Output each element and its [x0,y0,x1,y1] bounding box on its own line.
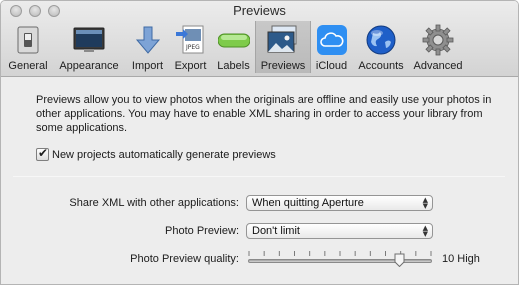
share-xml-popup[interactable]: When quitting Aperture ▲ ▼ [246,195,433,211]
gear-icon [422,24,454,56]
photo-preview-label: Photo Preview: [165,225,239,237]
tab-accounts-label: Accounts [358,60,404,72]
tab-labels[interactable]: Labels [212,21,255,73]
preferences-window: Previews General Appearance Import JPEG … [0,0,519,285]
previews-description: Previews allow you to view photos when t… [36,94,492,134]
svg-text:JPEG: JPEG [185,44,200,51]
tab-import-label: Import [131,60,164,72]
photo-preview-value: Don't limit [252,225,300,237]
quality-label: Photo Preview quality: [130,253,239,265]
tab-appearance-label: Appearance [59,60,119,72]
tab-import[interactable]: Import [126,21,169,73]
tab-general-label: General [8,60,48,72]
general-switch-icon [17,26,39,54]
preferences-toolbar: General Appearance Import JPEG Export La… [4,21,466,73]
tab-advanced[interactable]: Advanced [410,21,466,73]
auto-previews-checkbox[interactable] [36,146,49,161]
auto-previews-option[interactable]: New projects automatically generate prev… [36,146,276,161]
quality-slider[interactable] [246,251,436,269]
tab-appearance[interactable]: Appearance [52,21,126,73]
popup-arrows-icon: ▲ ▼ [422,224,428,238]
section-divider [13,176,505,177]
tab-general[interactable]: General [4,21,52,73]
quality-value: 10 High [442,253,480,265]
tab-icloud-label: iCloud [315,60,348,72]
tab-advanced-label: Advanced [413,60,463,72]
titlebar: Previews General Appearance Import JPEG … [1,1,518,77]
tab-previews[interactable]: Previews [255,21,311,73]
previews-pane: Previews allow you to view photos when t… [1,78,518,284]
import-arrow-icon [135,26,160,54]
tab-icloud[interactable]: iCloud [311,21,352,73]
label-pill-icon [217,33,250,48]
share-xml-value: When quitting Aperture [252,197,364,209]
tab-labels-label: Labels [217,60,250,72]
export-jpeg-icon: JPEG [175,25,203,54]
globe-icon [366,25,396,55]
slider-thumb[interactable] [394,253,405,267]
tab-export[interactable]: JPEG Export [169,21,212,73]
preview-image-icon [267,25,297,53]
window-title: Previews [233,3,286,18]
popup-arrows-icon: ▲ ▼ [422,196,428,210]
icloud-icon [316,25,347,55]
monitor-icon [73,27,105,52]
photo-preview-popup[interactable]: Don't limit ▲ ▼ [246,223,433,239]
tab-export-label: Export [174,60,207,72]
share-xml-label: Share XML with other applications: [69,197,239,209]
auto-previews-label: New projects automatically generate prev… [52,148,276,161]
tab-accounts[interactable]: Accounts [352,21,410,73]
tab-previews-label: Previews [260,60,306,72]
